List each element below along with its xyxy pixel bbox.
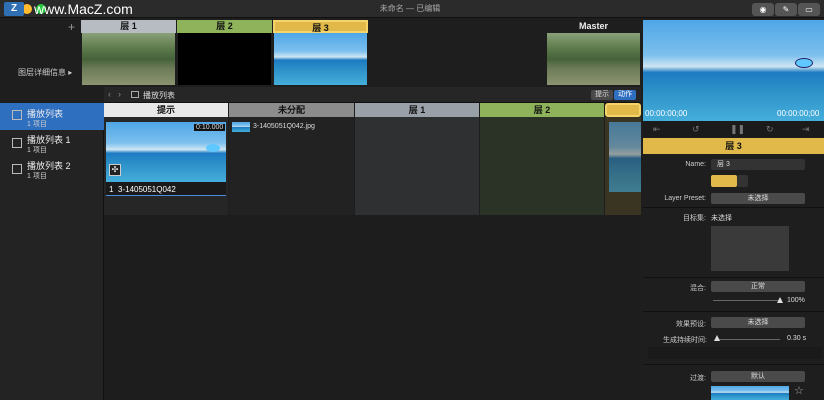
playlist-grid-icon — [12, 138, 22, 148]
duration-value: 0.30 s — [787, 335, 807, 342]
duration-label: 生成持续时间: — [663, 337, 707, 344]
master-thumbnail[interactable] — [547, 33, 640, 85]
target-set-label: 目标集: — [683, 215, 706, 222]
forward-icon[interactable]: ↻ — [766, 124, 774, 135]
layer-tab-3[interactable]: 层 3 — [273, 20, 368, 33]
cue-name: 3-1405051Q042 — [118, 185, 176, 194]
preview-timecode-left: 00:00:00;00 — [645, 109, 688, 118]
workspace-empty-area — [104, 215, 641, 400]
playlist-item[interactable]: 播放列表 1 1 项目 — [0, 131, 104, 158]
transition-preview — [711, 386, 789, 400]
target-set-preview — [711, 226, 789, 271]
transition-label: 过渡: — [690, 375, 706, 382]
skip-forward-icon[interactable]: ⇥ — [802, 124, 810, 135]
transition-select[interactable]: 默认 — [711, 371, 805, 382]
layer-preset-label: Layer Preset: — [664, 195, 706, 202]
expand-icon[interactable]: ✣ — [109, 164, 121, 176]
name-label: Name: — [685, 161, 706, 168]
panel-toggle-icon[interactable]: ▭ — [798, 3, 820, 16]
playlist-item[interactable]: 播放列表 2 1 项目 — [0, 157, 104, 184]
skip-back-icon[interactable]: ⇤ — [653, 124, 661, 135]
playlist-toolbar — [104, 87, 641, 103]
unassigned-column-header[interactable]: 未分配 — [229, 103, 354, 117]
duration-graph — [648, 347, 822, 359]
cue-number: 1 — [109, 185, 114, 194]
master-label: Master — [578, 21, 608, 31]
playlist-count: 1 项目 — [27, 121, 47, 128]
window-title: 未命名 — 已编辑 — [379, 4, 441, 13]
layer-tab-2[interactable]: 层 2 — [177, 20, 272, 33]
playlist-count: 1 项目 — [27, 173, 47, 180]
layer-3-column-header[interactable] — [605, 103, 641, 117]
layer-1-column-header[interactable]: 层 1 — [355, 103, 479, 117]
playlist-count: 1 项目 — [27, 147, 47, 154]
broadcast-icon[interactable]: ◉ — [752, 3, 774, 16]
layer-1-thumbnail[interactable] — [82, 33, 175, 85]
duration-slider-track[interactable] — [716, 339, 780, 340]
cue-duration: 0:10.000 — [194, 124, 226, 131]
opacity-slider-knob[interactable] — [777, 297, 783, 303]
layer-1-column — [355, 117, 479, 215]
layer-color-swatch[interactable] — [711, 175, 737, 187]
layer-2-column — [480, 117, 604, 215]
preview-timecode-right: 00:00:00;00 — [777, 109, 820, 118]
add-layer-button[interactable]: + — [68, 20, 75, 34]
layer-3-thumbnail[interactable] — [274, 33, 367, 85]
playlist-item[interactable]: 播放列表 1 项目 — [0, 103, 104, 130]
file-thumbnail[interactable] — [232, 122, 250, 132]
watermark-logo-icon: Z — [4, 2, 24, 16]
breadcrumb: 播放列表 — [143, 91, 175, 100]
target-set-value: 未选择 — [711, 215, 732, 222]
tab-hint[interactable]: 提示 — [591, 90, 613, 100]
playlist-grid-icon — [12, 110, 22, 120]
layer-details-toggle[interactable]: 图层详细信息 ▸ — [18, 67, 72, 78]
duration-slider-knob[interactable] — [714, 335, 720, 341]
nav-forward-icon[interactable]: › — [118, 89, 121, 99]
file-name[interactable]: 3-1405051Q042.jpg — [253, 123, 315, 130]
cloud-shape — [795, 58, 813, 68]
layer-2-thumbnail[interactable] — [178, 33, 271, 85]
opacity-value: 100% — [787, 297, 805, 304]
blend-select[interactable]: 正常 — [711, 281, 805, 292]
nav-back-icon[interactable]: ‹ — [108, 89, 111, 99]
edit-icon[interactable]: ✎ — [775, 3, 797, 16]
playlist-icon — [131, 91, 139, 98]
layer-3-cue-thumbnail[interactable] — [609, 122, 641, 192]
inspector-divider — [643, 277, 824, 278]
effect-preset-select[interactable]: 未选择 — [711, 317, 805, 328]
name-field[interactable]: 层 3 — [711, 159, 805, 170]
cue-column-header[interactable]: 提示 — [104, 103, 228, 117]
inspector-divider — [643, 207, 824, 208]
pause-icon[interactable]: ❚❚ — [730, 124, 745, 135]
preview-display — [643, 20, 824, 121]
color-picker-icon[interactable] — [737, 175, 748, 187]
effect-preset-label: 效果预设: — [676, 321, 706, 328]
blend-label: 混合: — [690, 285, 706, 292]
star-icon[interactable]: ☆ — [794, 384, 804, 397]
inspector-divider — [643, 364, 824, 365]
inspector-divider — [643, 311, 824, 312]
rewind-icon[interactable]: ↺ — [692, 124, 700, 135]
playlist-grid-icon — [12, 164, 22, 174]
cloud-shape — [206, 144, 220, 152]
layer-2-column-header[interactable]: 层 2 — [480, 103, 604, 117]
layer-tab-1[interactable]: 层 1 — [81, 20, 176, 33]
tab-action[interactable]: 动作 — [614, 90, 636, 100]
opacity-slider-track[interactable] — [713, 300, 780, 301]
layer-preset-select[interactable]: 未选择 — [711, 193, 805, 204]
inspector-layer-title: 层 3 — [643, 138, 824, 154]
watermark-text: www.MacZ.com — [34, 1, 133, 17]
cue-thumbnail[interactable] — [106, 122, 226, 182]
